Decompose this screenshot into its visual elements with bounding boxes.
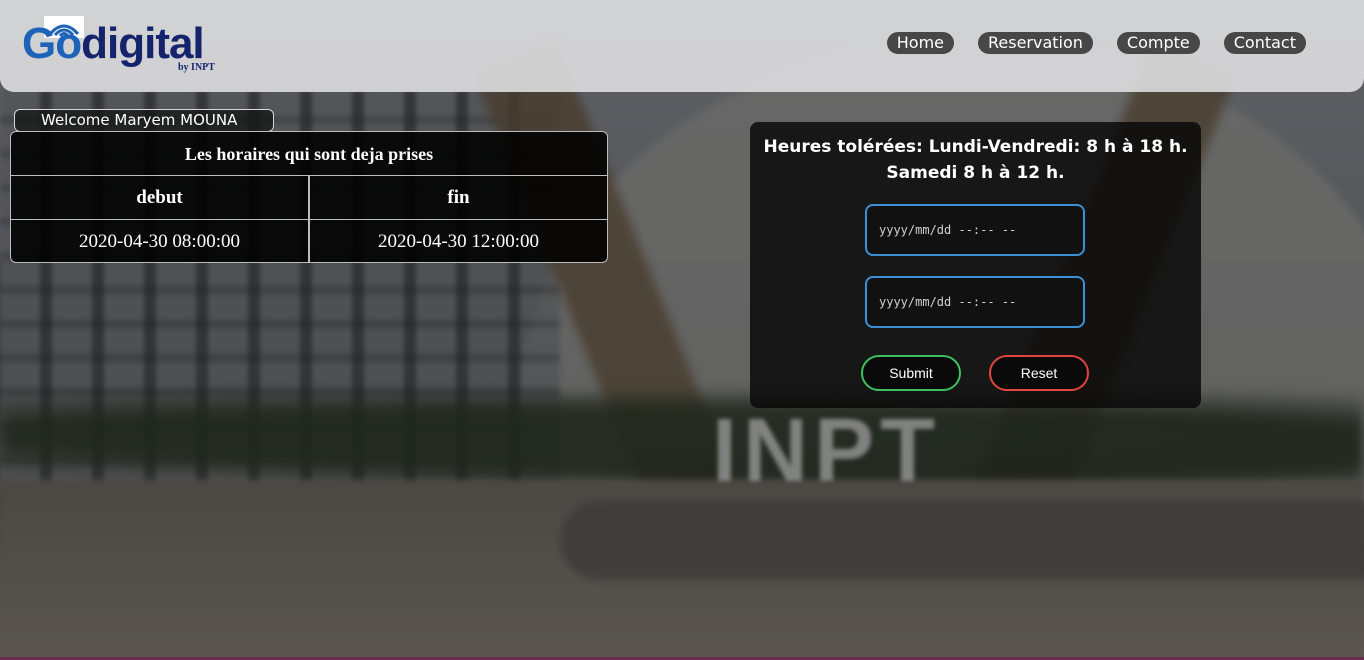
site-header: Godigital by INPT Home Reservation Compt… — [0, 0, 1364, 92]
reserved-slots-table: Les horaires qui sont deja prises debut … — [10, 131, 608, 263]
start-datetime-input[interactable] — [865, 204, 1085, 256]
column-header-debut: debut — [136, 187, 183, 208]
nav-reservation[interactable]: Reservation — [978, 32, 1093, 54]
nav-contact[interactable]: Contact — [1223, 32, 1306, 54]
table-caption: Les horaires qui sont deja prises — [11, 132, 607, 176]
logo-subtext: by INPT — [178, 62, 215, 73]
table-row: 2020-04-30 08:00:00 2020-04-30 12:00:00 — [11, 219, 607, 262]
welcome-message: Welcome Maryem MOUNA — [14, 109, 274, 132]
cell-debut: 2020-04-30 08:00:00 — [79, 231, 240, 252]
logo-wordmark: Godigital — [22, 18, 205, 70]
submit-button[interactable]: Submit — [861, 355, 961, 391]
go-digital-logo[interactable]: Godigital by INPT — [22, 16, 232, 78]
end-datetime-input[interactable] — [865, 276, 1085, 328]
column-header-fin: fin — [308, 176, 607, 219]
allowed-hours-saturday: Samedi 8 h à 12 h. — [886, 163, 1065, 183]
table-header-row: debut fin — [11, 176, 607, 219]
allowed-hours-note: Heures tolérées: Lundi-Vendredi: 8 h à 1… — [750, 134, 1201, 186]
logo-digital: digital — [81, 19, 205, 68]
logo-go: Go — [22, 19, 82, 68]
reservation-form: Heures tolérées: Lundi-Vendredi: 8 h à 1… — [750, 122, 1201, 408]
nav-home[interactable]: Home — [886, 32, 954, 54]
nav-compte[interactable]: Compte — [1116, 32, 1200, 54]
reset-button[interactable]: Reset — [989, 355, 1089, 391]
main-nav: Home Reservation Compte Contact — [886, 32, 1306, 54]
allowed-hours-weekdays: Heures tolérées: Lundi-Vendredi: 8 h à 1… — [763, 137, 1188, 157]
cell-fin: 2020-04-30 12:00:00 — [308, 220, 607, 262]
